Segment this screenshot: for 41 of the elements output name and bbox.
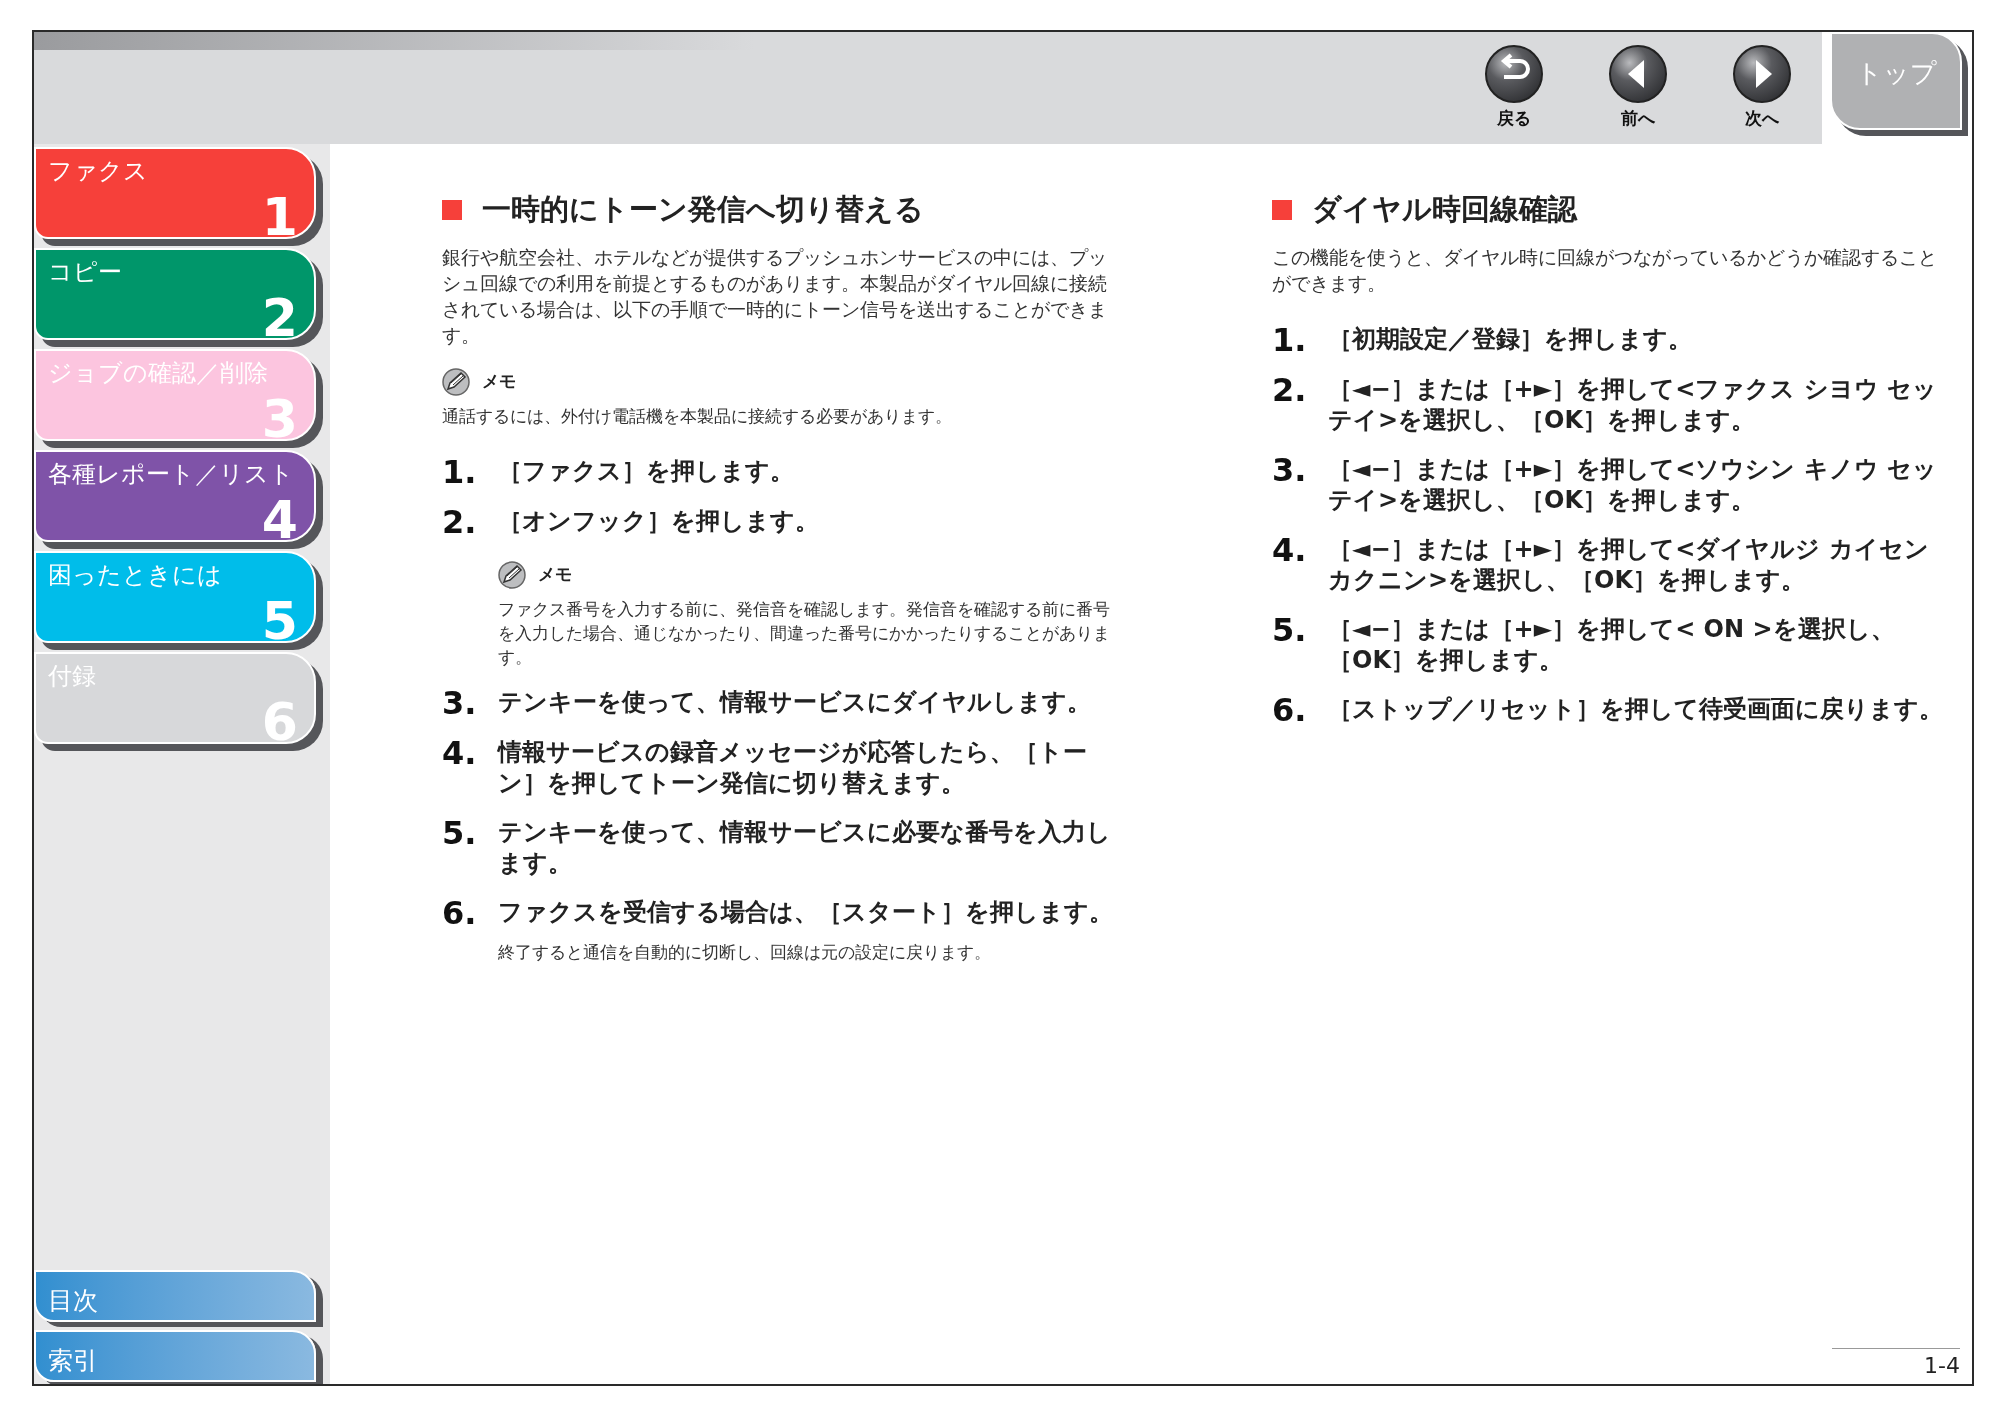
step-text: 情報サービスの録音メッセージが応答したら、［トーン］を押してトーン発信に切り替えます。 <box>498 736 1088 799</box>
step-text: ［◄−］または［+►］を押して< ON >を選択し、［OK］を押します。 <box>1328 613 1896 676</box>
section-heading: ダイヤル時回線確認 <box>1312 191 1577 228</box>
page-number: 1-4 <box>1924 1353 1960 1378</box>
step-number: 6. <box>1272 693 1308 726</box>
memo-text: 通話するには、外付け電話機を本製品に接続する必要があります。 <box>442 404 953 428</box>
step-text: テンキーを使って、情報サービスにダイヤルします。 <box>498 686 1092 718</box>
step-number: 4. <box>442 736 478 774</box>
step-text: ファクスを受信する場合は、［スタート］を押します。 <box>498 896 1114 928</box>
step-number: 6. <box>442 896 478 934</box>
step-text: ［ファクス］を押します。 <box>498 455 795 487</box>
memo-label: メモ <box>482 369 516 393</box>
step-number: 2. <box>1272 373 1308 411</box>
step-text: ［オンフック］を押します。 <box>498 505 820 537</box>
pencil-icon <box>442 367 470 396</box>
step-number: 3. <box>1272 453 1308 491</box>
step-number: 5. <box>442 816 478 854</box>
intro-paragraph: この機能を使うと、ダイヤル時に回線がつながっているかどうか確認することができます。 <box>1272 244 1938 296</box>
step-number: 5. <box>1272 613 1308 651</box>
step-text: テンキーを使って、情報サービスに必要な番号を入力します。 <box>498 816 1112 879</box>
step-number: 1. <box>1272 323 1308 356</box>
step-number: 4. <box>1272 533 1308 571</box>
step-number: 3. <box>442 686 478 719</box>
step-text: ［◄−］または［+►］を押して<ソウシン キノウ セッテイ>を選択し、［OK］を押します。 <box>1328 453 1938 516</box>
pencil-icon <box>498 560 526 589</box>
nav-button[interactable]: 戻る <box>1484 44 1544 132</box>
memo-text: ファクス番号を入力する前に、発信音を確認します。発信音を確認する前に番号を入力した場合、通じなかったり、間違った番号にかかったりすることがあります。 <box>498 597 1111 669</box>
nav-button[interactable]: 次へ <box>1732 44 1792 132</box>
step-number: 2. <box>442 505 478 543</box>
square-bullet-icon <box>442 199 462 220</box>
memo-label: メモ <box>538 562 572 586</box>
nav-button[interactable]: 前へ <box>1608 44 1668 132</box>
step-text: ［初期設定／登録］を押します。 <box>1328 323 1693 355</box>
section-heading: 一時的にトーン発信へ切り替える <box>482 191 924 228</box>
step-text: ［◄−］または［+►］を押して<ファクス シヨウ セッテイ>を選択し、［OK］を押します。 <box>1328 373 1938 436</box>
step-text: ［ストップ／リセット］を押して待受画面に戻ります。 <box>1328 693 1944 725</box>
step-note: 終了すると通信を自動的に切断し、回線は元の設定に戻ります。 <box>498 940 992 964</box>
intro-paragraph: 銀行や航空会社、ホテルなどが提供するプッシュホンサービスの中には、プッシュ回線での利用を前提とするものがあります。本製品がダイヤル回線に接続されている場合は、以下の手順で一時的にトーン信号を送出することができます。 <box>442 244 1108 348</box>
step-number: 1. <box>442 455 478 488</box>
square-bullet-icon <box>1272 199 1292 220</box>
step-text: ［◄−］または［+►］を押して<ダイヤルジ カイセンカクニン>を選択し、［OK］を押します。 <box>1328 533 1930 596</box>
